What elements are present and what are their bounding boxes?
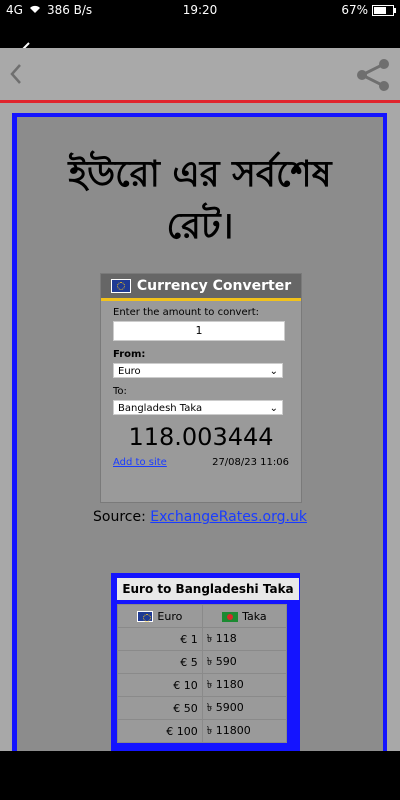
clock: 19:20 (182, 3, 218, 17)
chevron-down-icon: ⌄ (269, 366, 278, 377)
table-row: € 10 ৳ 1180 (117, 673, 288, 697)
to-label: To: (113, 386, 127, 397)
timestamp: 27/08/23 11:06 (212, 457, 289, 468)
rates-table-title: Euro to Bangladeshi Taka (117, 578, 299, 600)
to-currency-select[interactable]: Bangladesh Taka ⌄ (113, 400, 283, 415)
amount-input[interactable]: 1 (113, 321, 285, 341)
col-taka-header: Taka (201, 604, 288, 628)
navigation-bar (0, 751, 400, 800)
battery-percent: 67% (341, 3, 368, 17)
bangladesh-flag-icon (222, 611, 239, 622)
page-title: ইউরো এর সর্বশেষ রেট। (68, 154, 332, 247)
euro-flag-icon (110, 279, 131, 293)
table-row: € 100 ৳ 11800 (117, 719, 288, 743)
source-line: Source: ExchangeRates.org.uk (17, 509, 383, 525)
to-currency-value: Bangladesh Taka (118, 403, 203, 414)
conversion-result: 118.003444 (128, 423, 274, 451)
converter-title: Currency Converter (136, 278, 292, 294)
app-bar (0, 48, 400, 103)
col-euro-header: Euro (117, 604, 203, 628)
euro-flag-icon (137, 611, 154, 622)
source-prefix: Source: (93, 509, 151, 525)
article-panel: ইউরো এর সর্বশেষ রেট। Currency Converter … (17, 117, 383, 757)
table-row: € 1 ৳ 118 (117, 627, 288, 651)
battery-icon (372, 4, 396, 16)
currency-converter-widget: Currency Converter Enter the amount to c… (100, 273, 302, 503)
converter-header: Currency Converter (101, 274, 301, 301)
add-to-site-link[interactable]: Add to site (113, 457, 167, 468)
table-row: € 50 ৳ 5900 (117, 696, 288, 720)
back-button[interactable] (8, 62, 24, 90)
share-button[interactable] (354, 56, 392, 98)
share-icon (357, 59, 389, 91)
chevron-down-icon: ⌄ (269, 403, 278, 414)
table-row: € 5 ৳ 590 (117, 650, 288, 674)
amount-label: Enter the amount to convert: (113, 307, 260, 318)
source-link[interactable]: ExchangeRates.org.uk (150, 509, 307, 525)
from-label: From: (113, 349, 146, 360)
status-bar: 4G 386 B/s 19:20 67% (0, 0, 400, 22)
rates-table: Euro Taka € 1 ৳ 118 € 5 ৳ 590 € 10 ৳ 1180 €… (117, 604, 288, 743)
chevron-left-icon (10, 64, 21, 84)
from-currency-select[interactable]: Euro ⌄ (113, 363, 283, 378)
content-area: ইউরো এর সর্বশেষ রেট। Currency Converter … (0, 103, 400, 757)
from-currency-value: Euro (118, 366, 141, 377)
